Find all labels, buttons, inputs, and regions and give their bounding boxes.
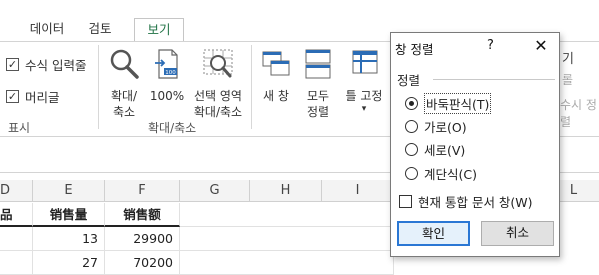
cell-quantity[interactable]: 13 xyxy=(33,227,105,251)
tab-view[interactable]: 보기 xyxy=(134,18,184,42)
radio-selected-icon xyxy=(405,97,418,110)
chevron-down-icon: ▾ xyxy=(361,104,367,114)
freeze-panes-button[interactable]: 틀 고정 ▾ xyxy=(340,47,388,114)
group-label-show: 표시 xyxy=(8,121,31,135)
partial-ribbon-text: 수시 정렬 xyxy=(560,98,597,129)
new-window-button[interactable]: 새 창 xyxy=(256,47,296,104)
radio-cascade-label: 계단식(C) xyxy=(424,167,477,182)
column-header-d[interactable]: D xyxy=(0,180,33,202)
checkbox-checked-icon: ✓ xyxy=(6,90,19,103)
cell-amount[interactable]: 70200 xyxy=(105,251,180,275)
radio-tiled-label: 바둑판식(T) xyxy=(424,93,492,114)
radio-vertical[interactable]: 세로(V) xyxy=(405,140,465,159)
formula-bar-label: 수식 입력줄 xyxy=(25,58,87,73)
active-workbook-label: 현재 통합 문서 창(W) xyxy=(418,195,533,210)
zoom-100-label: 100% xyxy=(149,89,185,103)
cancel-button[interactable]: 취소 xyxy=(481,221,554,246)
section-divider xyxy=(433,79,555,80)
freeze-panes-label: 틀 고정 xyxy=(345,89,383,103)
column-header-i[interactable]: I xyxy=(322,180,394,202)
zoom-label-1: 확대/ xyxy=(110,89,138,103)
radio-horizontal[interactable]: 가로(O) xyxy=(405,117,467,136)
group-label-zoom: 확대/축소 xyxy=(148,121,197,135)
radio-unselected-icon xyxy=(405,143,418,156)
formula-bar-checkbox[interactable]: ✓ 수식 입력줄 xyxy=(6,55,86,74)
new-window-label: 새 창 xyxy=(263,89,289,103)
zoom-selection-icon xyxy=(203,49,233,78)
column-header-h[interactable]: H xyxy=(250,180,322,202)
radio-unselected-icon xyxy=(405,120,418,133)
cell-quantity[interactable]: 27 xyxy=(33,251,105,275)
tab-review[interactable]: 검토 xyxy=(80,18,120,42)
close-icon[interactable]: ✕ xyxy=(531,36,551,56)
arrange-all-label-2: 정렬 xyxy=(306,105,330,119)
zoom-button[interactable]: 확대/ 축소 xyxy=(102,47,146,120)
headings-label: 머리글 xyxy=(25,90,60,105)
ribbon-divider xyxy=(98,45,99,129)
zoom-selection-label-2: 확대/축소 xyxy=(193,105,243,119)
dialog-title: 창 정렬 xyxy=(395,42,434,57)
column-header-e[interactable]: E xyxy=(33,180,105,202)
tab-data[interactable]: 데이터 xyxy=(22,18,72,42)
cell-header-amount[interactable]: 销售额 xyxy=(105,203,180,227)
cell-empty[interactable] xyxy=(180,251,394,275)
cell[interactable] xyxy=(0,227,33,251)
partial-ribbon-text: 롤 xyxy=(562,73,574,87)
zoom-selection-label-1: 선택 영역 xyxy=(194,89,242,103)
new-window-icon xyxy=(262,51,290,76)
arrange-section-label: 정렬 xyxy=(397,73,421,88)
arrange-all-icon xyxy=(305,49,331,79)
cell-empty[interactable] xyxy=(180,227,394,251)
active-workbook-checkbox[interactable]: 현재 통합 문서 창(W) xyxy=(399,192,533,211)
radio-unselected-icon xyxy=(405,167,418,180)
freeze-panes-icon xyxy=(352,50,378,74)
headings-checkbox[interactable]: ✓ 머리글 xyxy=(6,87,60,106)
checkbox-unchecked-icon xyxy=(399,195,412,208)
radio-horizontal-label: 가로(O) xyxy=(424,120,467,135)
cell-header-quantity[interactable]: 销售量 xyxy=(33,203,105,227)
checkbox-checked-icon: ✓ xyxy=(6,58,19,71)
cell-header-product[interactable]: 品 xyxy=(0,203,33,227)
cell-empty[interactable] xyxy=(180,203,394,227)
radio-cascade[interactable]: 계단식(C) xyxy=(405,164,477,183)
zoom-label-2: 축소 xyxy=(112,105,136,119)
ribbon-divider xyxy=(251,45,252,129)
help-icon[interactable]: ? xyxy=(487,38,494,53)
radio-tiled[interactable]: 바둑판식(T) xyxy=(405,93,492,114)
cell-amount[interactable]: 29900 xyxy=(105,227,180,251)
arrange-all-button[interactable]: 모두 정렬 xyxy=(298,47,338,120)
cell[interactable] xyxy=(0,251,33,275)
arrange-windows-dialog: 창 정렬 ? ✕ 정렬 바둑판식(T) 가로(O) 세로(V) 계단식(C) 현… xyxy=(390,32,560,257)
partial-ribbon-text: 기 xyxy=(562,52,574,67)
svg-text:100: 100 xyxy=(165,70,176,76)
zoom-100-button[interactable]: 100 100% xyxy=(147,47,187,104)
column-header-g[interactable]: G xyxy=(180,180,250,202)
ok-button[interactable]: 확인 xyxy=(397,221,470,246)
zoom-100-icon: 100 xyxy=(155,49,178,79)
column-header-f[interactable]: F xyxy=(105,180,180,202)
radio-vertical-label: 세로(V) xyxy=(424,143,466,158)
arrange-all-label-1: 모두 xyxy=(306,89,330,103)
magnifier-icon xyxy=(110,49,139,79)
zoom-selection-button[interactable]: 선택 영역 확대/축소 xyxy=(189,47,247,120)
